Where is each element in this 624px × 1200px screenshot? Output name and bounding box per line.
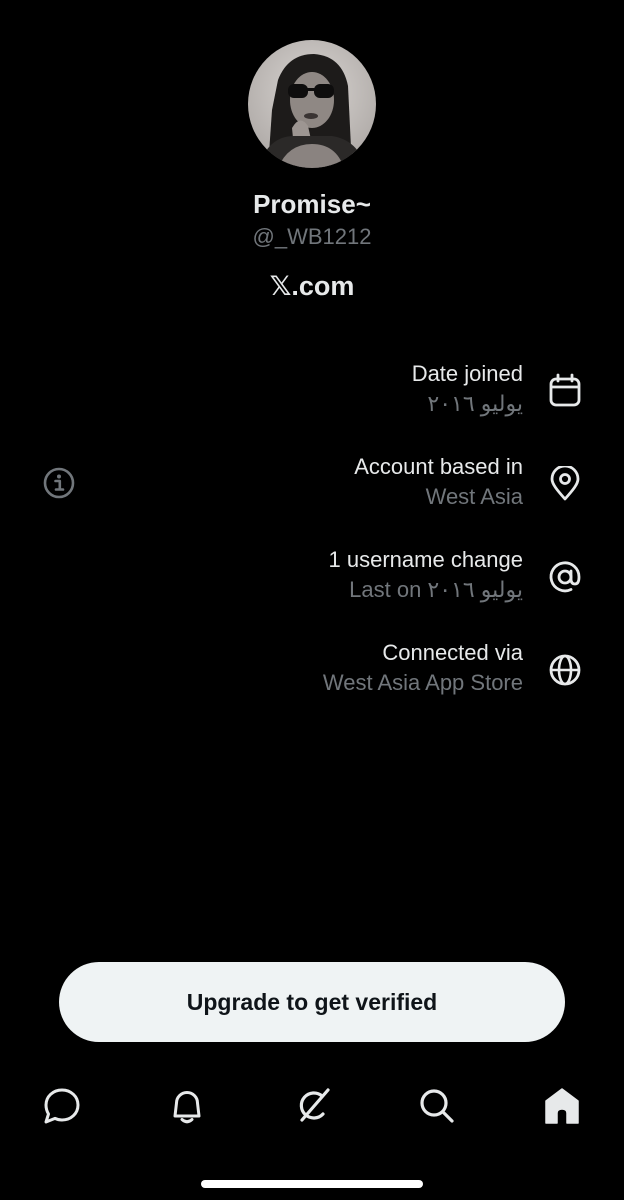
- info-row-text: Date joined يوليو ٢٠١٦: [412, 359, 523, 419]
- upgrade-verified-button[interactable]: Upgrade to get verified: [59, 962, 565, 1042]
- info-row-label: Connected via: [382, 640, 523, 665]
- search-icon[interactable]: [417, 1086, 457, 1126]
- info-row-date-joined: Date joined يوليو ٢٠١٦: [0, 359, 624, 429]
- info-row-account-based-in: Account based in West Asia: [0, 452, 624, 522]
- info-row-text: 1 username change Last on يوليو ٢٠١٦: [329, 545, 523, 605]
- globe-icon: [549, 654, 581, 686]
- location-pin-icon: [550, 466, 580, 501]
- info-row-value: Last on يوليو ٢٠١٦: [349, 577, 523, 602]
- info-row-text: Account based in West Asia: [354, 452, 523, 512]
- info-row-label: 1 username change: [328, 547, 523, 572]
- info-row-value: West Asia: [425, 484, 523, 509]
- grok-icon[interactable]: [292, 1086, 332, 1126]
- avatar[interactable]: [248, 40, 376, 168]
- site-name: 𝕏.com: [269, 271, 355, 301]
- at-sign-icon: [549, 561, 581, 593]
- info-row-label: Account based in: [354, 454, 523, 479]
- info-row-value: West Asia App Store: [322, 670, 523, 695]
- calendar-icon: [549, 373, 581, 407]
- info-row-value: يوليو ٢٠١٦: [427, 391, 523, 416]
- home-indicator: [201, 1180, 423, 1188]
- home-icon[interactable]: [542, 1086, 582, 1126]
- username-handle: @_WB1212: [252, 224, 372, 249]
- chat-bubble-icon[interactable]: [42, 1086, 82, 1126]
- profile-photo: [248, 40, 376, 168]
- info-row-text: Connected via West Asia App Store: [323, 638, 523, 698]
- display-name: Promise~: [253, 189, 371, 219]
- bell-icon[interactable]: [167, 1086, 207, 1126]
- info-row-connected-via: Connected via West Asia App Store: [0, 638, 624, 708]
- info-row-label: Date joined: [411, 361, 523, 386]
- info-row-username-change: 1 username change Last on يوليو ٢٠١٦: [0, 545, 624, 615]
